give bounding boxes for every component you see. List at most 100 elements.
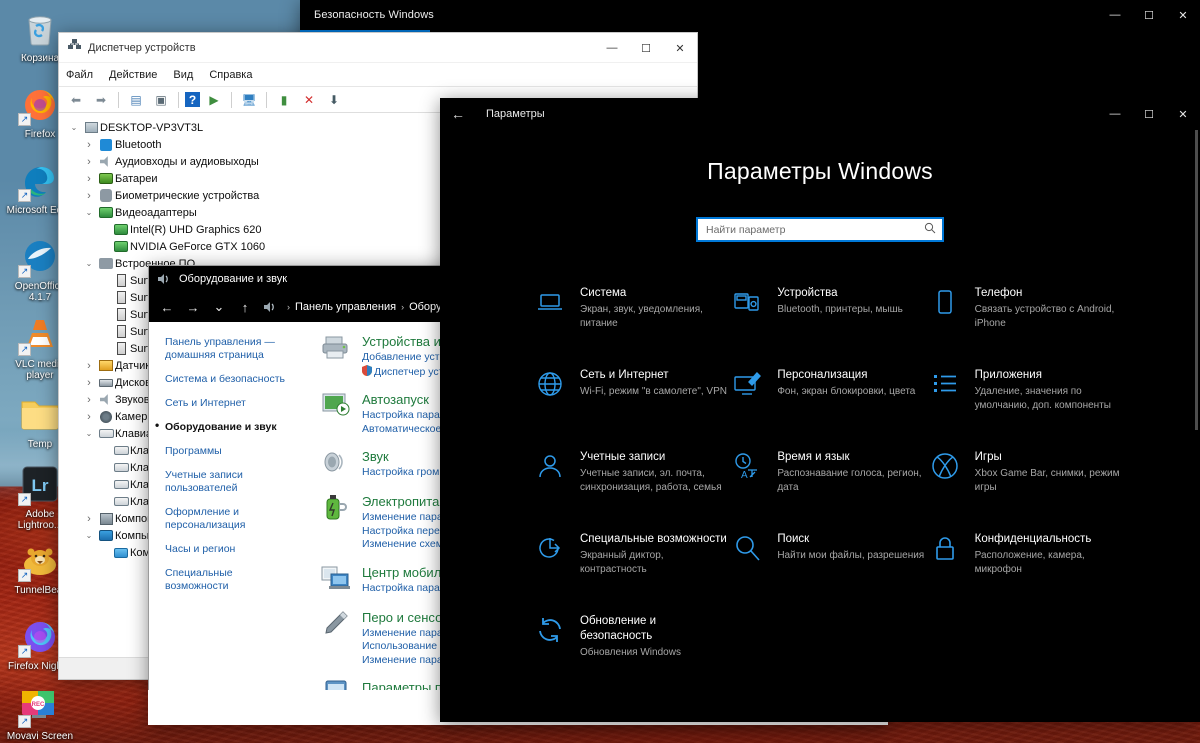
chevron-down-icon[interactable]: ⌄ bbox=[81, 531, 97, 540]
chevron-right-icon[interactable]: › bbox=[81, 173, 97, 185]
devmgr-titlebar[interactable]: Диспетчер устройств — ☐ ✕ bbox=[59, 33, 697, 63]
security-minimize-button[interactable]: — bbox=[1098, 0, 1132, 30]
devmgr-show-hidden-icon[interactable]: ▤ bbox=[125, 89, 147, 110]
settings-tile-4[interactable]: Персонализация Фон, экран блокировки, цве… bbox=[733, 364, 930, 416]
settings-tile-title: Приложения bbox=[974, 369, 1042, 381]
settings-tile-0[interactable]: Система Экран, звук, уведомления, питание bbox=[536, 282, 733, 334]
devmgr-forward-icon[interactable]: ➡ bbox=[90, 89, 112, 110]
security-caption-buttons[interactable]: — ☐ ✕ bbox=[1098, 0, 1200, 30]
devmgr-back-icon[interactable]: ⬅ bbox=[65, 89, 87, 110]
settings-window[interactable]: ← Параметры — ☐ ✕ Параметры Windows Сист… bbox=[440, 98, 1200, 722]
devmgr-menu-0[interactable]: Файл bbox=[66, 69, 93, 81]
toolbar-separator bbox=[118, 91, 119, 108]
settings-tile-2[interactable]: Телефон Связать устройство с Android, iPh… bbox=[931, 282, 1128, 334]
devmgr-display-icon[interactable]: 🖥 bbox=[238, 89, 260, 110]
settings-tile-text: Время и язык Распознавание голоса, регион… bbox=[777, 450, 924, 494]
shortcut-arrow-icon: ↗ bbox=[18, 189, 31, 202]
settings-search-box[interactable] bbox=[696, 217, 944, 242]
device-tree-label: Биометрические устройства bbox=[115, 189, 260, 202]
devmgr-minimize-button[interactable]: — bbox=[595, 33, 629, 63]
desktop-icon-movavi-screen-recorder[interactable]: REC ↗ Movavi Screen Re... bbox=[4, 684, 76, 743]
svg-text:Lr: Lr bbox=[32, 476, 49, 495]
settings-close-button[interactable]: ✕ bbox=[1166, 98, 1200, 130]
devmgr-properties-icon[interactable]: ▣ bbox=[150, 89, 172, 110]
settings-scrollbar[interactable] bbox=[1194, 130, 1200, 722]
search-icon[interactable] bbox=[924, 222, 936, 237]
settings-tile-5[interactable]: Приложения Удаление, значения по умолчани… bbox=[931, 364, 1128, 416]
chevron-down-icon[interactable]: ⌄ bbox=[66, 123, 82, 132]
settings-maximize-button[interactable]: ☐ bbox=[1132, 98, 1166, 130]
security-close-button[interactable]: ✕ bbox=[1166, 0, 1200, 30]
chevron-right-icon[interactable]: › bbox=[81, 394, 97, 406]
search-input[interactable] bbox=[706, 223, 924, 236]
cpanel-category-4[interactable]: Программы bbox=[165, 445, 291, 458]
chevron-right-icon[interactable]: › bbox=[81, 377, 97, 389]
chevron-down-icon[interactable]: ⌄ bbox=[81, 259, 97, 268]
settings-tile-9[interactable]: Специальные возможности Экранный диктор, … bbox=[536, 528, 733, 580]
settings-tile-12[interactable]: Обновление и безопасность Обновления Wind… bbox=[536, 610, 733, 664]
chevron-right-icon[interactable]: › bbox=[81, 411, 97, 423]
scrollbar-thumb[interactable] bbox=[1195, 130, 1198, 430]
security-titlebar[interactable]: Безопасность Windows — ☐ ✕ bbox=[300, 0, 1200, 30]
settings-tile-grid[interactable]: Система Экран, звук, уведомления, питание… bbox=[440, 282, 1200, 664]
devmgr-help-icon[interactable]: ? bbox=[185, 92, 200, 107]
breadcrumb-item-0[interactable]: Панель управления bbox=[295, 301, 396, 313]
devmgr-add-driver-icon[interactable]: ▮ bbox=[273, 89, 295, 110]
settings-tile-11[interactable]: Конфиденциальность Расположение, камера, … bbox=[931, 528, 1128, 580]
devmgr-caption-buttons[interactable]: — ☐ ✕ bbox=[595, 33, 697, 62]
security-maximize-button[interactable]: ☐ bbox=[1132, 0, 1166, 30]
devmgr-uninstall-icon[interactable]: ✕ bbox=[298, 89, 320, 110]
cpanel-recent-locations-button[interactable]: ⌄ bbox=[209, 296, 229, 318]
cpanel-category-7[interactable]: Часы и регион bbox=[165, 543, 291, 556]
chevron-right-icon[interactable]: › bbox=[81, 360, 97, 372]
settings-titlebar[interactable]: ← Параметры — ☐ ✕ bbox=[440, 98, 1200, 130]
device-tree-label: Батареи bbox=[115, 172, 158, 185]
cpanel-forward-button[interactable]: → bbox=[183, 296, 203, 318]
devmgr-close-button[interactable]: ✕ bbox=[663, 33, 697, 63]
settings-tile-8[interactable]: Игры Xbox Game Bar, снимки, режим игры bbox=[931, 446, 1128, 498]
settings-tile-text: Персонализация Фон, экран блокировки, цве… bbox=[777, 368, 924, 412]
chevron-down-icon[interactable]: ⌄ bbox=[81, 208, 97, 217]
cpanel-category-list[interactable]: Панель управления — домашняя страница Сис… bbox=[149, 322, 301, 724]
settings-tile-10[interactable]: Поиск Найти мои файлы, разрешения bbox=[733, 528, 930, 580]
pen-icon bbox=[319, 610, 353, 642]
chevron-down-icon[interactable]: ⌄ bbox=[81, 429, 97, 438]
shortcut-arrow-icon: ↗ bbox=[18, 343, 31, 356]
cpanel-category-3[interactable]: Оборудование и звук bbox=[155, 419, 291, 434]
chevron-right-icon[interactable]: › bbox=[81, 190, 97, 202]
cpanel-category-2[interactable]: Сеть и Интернет bbox=[165, 397, 291, 410]
settings-search-wrapper bbox=[440, 217, 1200, 242]
devmgr-menubar[interactable]: Файл Действие Вид Справка bbox=[59, 63, 697, 87]
cpanel-category-5[interactable]: Учетные записи пользователей bbox=[165, 469, 291, 495]
cpanel-up-button[interactable]: ↑ bbox=[235, 296, 255, 318]
settings-tile-6[interactable]: Учетные записи Учетные записи, эл. почта,… bbox=[536, 446, 733, 498]
devmgr-menu-1[interactable]: Действие bbox=[109, 69, 157, 81]
chevron-right-icon[interactable]: › bbox=[81, 156, 97, 168]
settings-tile-7[interactable]: A Время и язык Распознавание голоса, регио… bbox=[733, 446, 930, 498]
cpanel-category-0[interactable]: Панель управления — домашняя страница bbox=[165, 336, 291, 362]
cpanel-category-1[interactable]: Система и безопасность bbox=[165, 373, 291, 386]
settings-tile-title: Обновление и безопасность bbox=[580, 615, 657, 642]
settings-back-button[interactable]: ← bbox=[440, 98, 476, 130]
settings-caption-buttons[interactable]: — ☐ ✕ bbox=[1098, 98, 1200, 130]
chevron-right-icon[interactable]: › bbox=[81, 513, 97, 525]
cpanel-back-button[interactable]: ← bbox=[157, 296, 177, 318]
devmgr-update-icon[interactable]: ⬇ bbox=[323, 89, 345, 110]
power-icon bbox=[319, 494, 353, 526]
cpanel-category-8[interactable]: Специальные возможности bbox=[165, 567, 291, 593]
settings-tile-3[interactable]: Сеть и Интернет Wi-Fi, режим "в самолете"… bbox=[536, 364, 733, 416]
devmgr-scan-icon[interactable]: ▶ bbox=[203, 89, 225, 110]
device-tree-label: DESKTOP-VP3VT3L bbox=[100, 121, 204, 134]
breadcrumb-hardware-icon bbox=[263, 301, 277, 313]
settings-tile-desc: Фон, экран блокировки, цвета bbox=[777, 386, 916, 397]
settings-tile-title: Конфиденциальность bbox=[974, 533, 1092, 545]
uac-shield-icon bbox=[362, 364, 372, 378]
devmgr-menu-3[interactable]: Справка bbox=[209, 69, 252, 81]
bt-icon bbox=[97, 138, 115, 151]
settings-minimize-button[interactable]: — bbox=[1098, 98, 1132, 130]
devmgr-maximize-button[interactable]: ☐ bbox=[629, 33, 663, 63]
devmgr-menu-2[interactable]: Вид bbox=[173, 69, 193, 81]
cpanel-category-6[interactable]: Оформление и персонализация bbox=[165, 506, 291, 532]
settings-tile-1[interactable]: Устройства Bluetooth, принтеры, мышь bbox=[733, 282, 930, 334]
chevron-right-icon[interactable]: › bbox=[81, 139, 97, 151]
